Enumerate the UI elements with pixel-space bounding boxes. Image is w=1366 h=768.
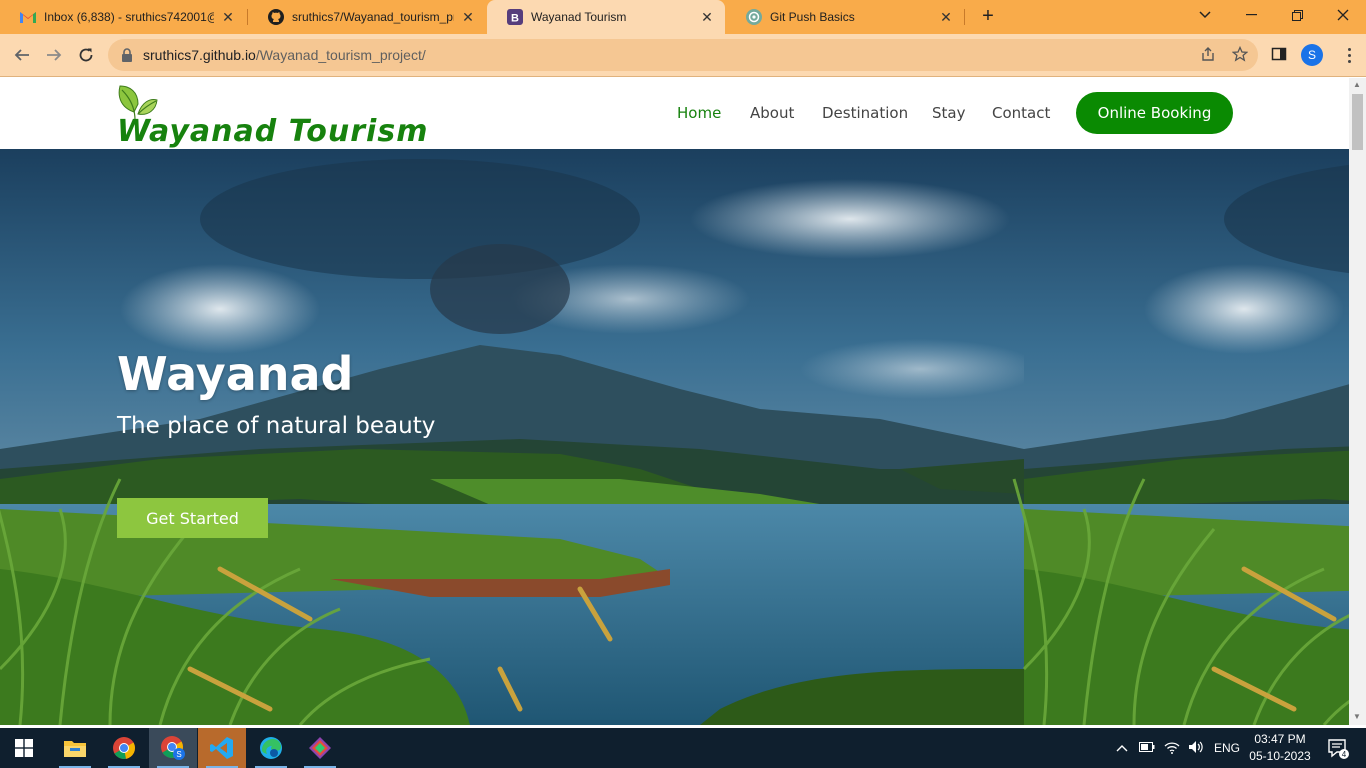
edge-icon (260, 737, 282, 759)
battery-icon[interactable] (1139, 741, 1155, 755)
side-panel-icon (1271, 47, 1287, 61)
taskbar-vscode[interactable] (198, 728, 246, 768)
close-icon[interactable]: ✕ (460, 9, 476, 26)
windows-taskbar: S ENG 03:47 PM 05-10-2023 4 (0, 728, 1366, 768)
notification-icon: 4 (1328, 739, 1349, 759)
chrome-icon (113, 737, 135, 759)
github-icon (268, 9, 284, 25)
close-icon[interactable]: ✕ (220, 9, 236, 26)
reload-icon (79, 48, 93, 62)
taskbar-file-explorer[interactable] (51, 728, 99, 768)
url-path: /Wayanad_tourism_project/ (255, 47, 426, 63)
tab-chatgpt[interactable]: Git Push Basics ✕ (726, 0, 964, 34)
reload-button[interactable] (74, 43, 98, 67)
arrow-right-icon (47, 49, 62, 61)
restore-icon (1291, 9, 1303, 21)
tab-title: sruthics7/Wayanad_tourism_proj (292, 10, 454, 24)
page-viewport: Wayanad Tourism Home About Destination S… (0, 78, 1349, 725)
browser-toolbar: sruthics7.github.io/Wayanad_tourism_proj… (0, 34, 1366, 77)
chrome-profile-icon: S (161, 736, 185, 760)
chevron-up-icon[interactable] (1115, 741, 1129, 755)
windows-start-icon (15, 739, 33, 757)
bootstrap-icon: B (507, 9, 523, 25)
hero-carousel: Wayanad The place of natural beauty Get … (0, 149, 1349, 725)
chevron-down-icon (1199, 11, 1211, 19)
svg-text:S: S (176, 750, 181, 759)
taskbar-chrome[interactable] (100, 728, 148, 768)
taskbar-edge[interactable] (247, 728, 295, 768)
get-started-button[interactable]: Get Started (117, 498, 268, 538)
tab-github[interactable]: sruthics7/Wayanad_tourism_proj ✕ (248, 0, 486, 34)
nav-destination[interactable]: Destination (822, 104, 908, 122)
start-button[interactable] (0, 728, 48, 768)
hero-subtitle: The place of natural beauty (117, 413, 436, 439)
tab-gmail[interactable]: Inbox (6,838) - sruthics742001@ ✕ (0, 0, 246, 34)
gmail-icon (20, 9, 36, 25)
address-bar[interactable]: sruthics7.github.io/Wayanad_tourism_proj… (108, 39, 1258, 71)
nav-contact[interactable]: Contact (992, 104, 1050, 122)
wifi-icon[interactable] (1164, 740, 1180, 757)
page-scrollbar[interactable]: ▲ ▼ (1349, 78, 1366, 725)
clock-time: 03:47 PM (1254, 732, 1306, 746)
system-tray: ENG (1115, 728, 1240, 768)
bookmark-button[interactable] (1229, 43, 1251, 65)
taskbar-git-gui[interactable] (296, 728, 344, 768)
tab-title: Git Push Basics (770, 10, 855, 24)
online-booking-button[interactable]: Online Booking (1076, 92, 1233, 134)
back-button[interactable] (10, 43, 34, 67)
lock-icon (122, 48, 132, 62)
profile-avatar[interactable]: S (1301, 44, 1323, 66)
site-brand[interactable]: Wayanad Tourism (117, 114, 428, 149)
share-icon (1202, 47, 1214, 61)
close-icon[interactable]: ✕ (938, 9, 954, 26)
scrollbar-thumb[interactable] (1352, 94, 1363, 150)
scroll-up-icon[interactable]: ▲ (1353, 80, 1361, 89)
notification-count: 4 (1342, 750, 1347, 759)
chatgpt-icon (746, 9, 762, 25)
restore-button[interactable] (1274, 0, 1320, 30)
close-window-button[interactable] (1320, 0, 1366, 30)
language-indicator[interactable]: ENG (1214, 741, 1240, 755)
star-icon (1232, 46, 1248, 62)
nav-about[interactable]: About (750, 104, 794, 122)
new-tab-button[interactable]: + (976, 4, 1000, 28)
share-button[interactable] (1197, 43, 1219, 65)
file-explorer-icon (64, 741, 86, 757)
close-icon[interactable]: ✕ (699, 9, 715, 26)
taskbar-clock[interactable]: 03:47 PM 05-10-2023 (1242, 731, 1318, 765)
menu-button[interactable] (1341, 44, 1357, 66)
minimize-icon (1245, 14, 1257, 16)
nav-stay[interactable]: Stay (932, 104, 965, 122)
hero-title: Wayanad (117, 347, 354, 401)
tab-title: Inbox (6,838) - sruthics742001@ (44, 10, 214, 24)
scroll-down-icon[interactable]: ▼ (1353, 712, 1361, 721)
svg-text:B: B (511, 13, 519, 25)
action-center-button[interactable]: 4 (1318, 728, 1358, 768)
tab-search-button[interactable] (1182, 0, 1228, 30)
close-icon (1337, 9, 1349, 21)
nav-home[interactable]: Home (677, 104, 721, 122)
volume-icon[interactable] (1188, 740, 1204, 757)
side-panel-button[interactable] (1268, 43, 1290, 65)
git-gui-icon (309, 737, 331, 759)
clock-date: 05-10-2023 (1249, 749, 1311, 763)
tab-title: Wayanad Tourism (531, 10, 627, 24)
site-header: Wayanad Tourism Home About Destination S… (0, 78, 1349, 149)
tab-wayanad[interactable]: B Wayanad Tourism ✕ (487, 0, 725, 34)
taskbar-chrome-profile[interactable]: S (149, 728, 197, 768)
minimize-button[interactable] (1228, 0, 1274, 30)
tab-strip: Inbox (6,838) - sruthics742001@ ✕ sruthi… (0, 0, 1366, 34)
arrow-left-icon (14, 49, 29, 61)
forward-button[interactable] (42, 43, 66, 67)
url-host: sruthics7.github.io (143, 47, 256, 63)
vscode-icon (210, 737, 233, 759)
